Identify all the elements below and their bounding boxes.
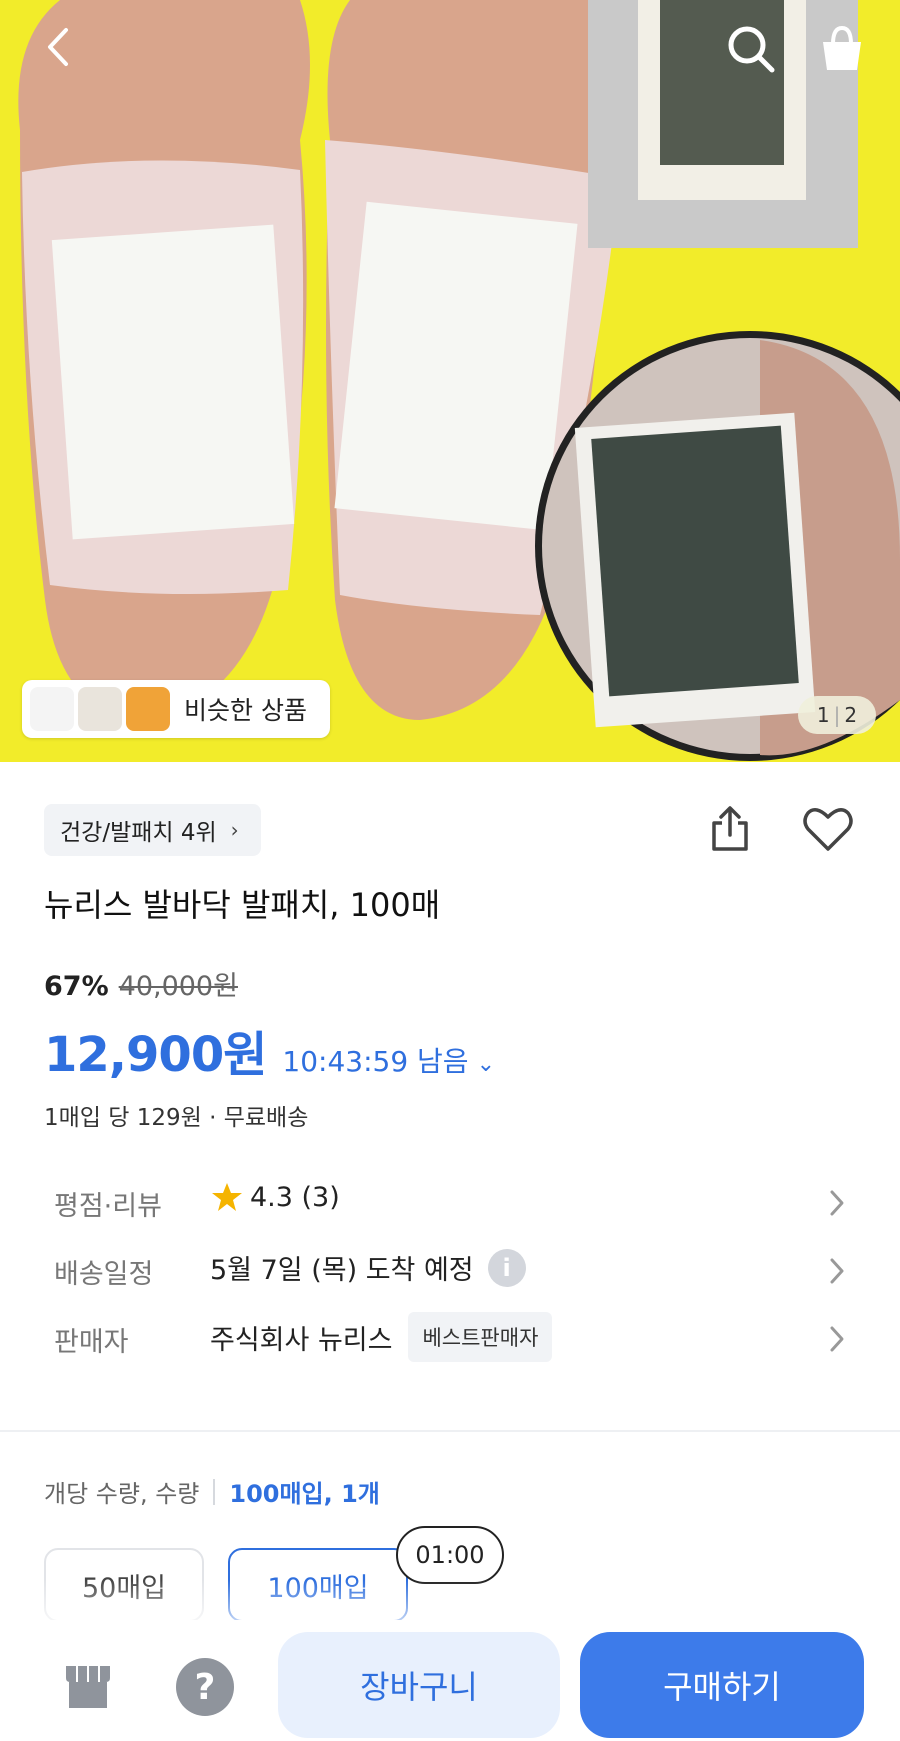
- store-icon: [66, 1666, 110, 1708]
- store-button[interactable]: [62, 1660, 114, 1712]
- rating-value: 4.3 (3): [250, 1181, 340, 1213]
- search-icon: [728, 26, 775, 73]
- option-separator: [213, 1478, 216, 1505]
- category-rank-chip[interactable]: 건강/발패치 4위 ›: [44, 804, 261, 856]
- similar-thumbnail: [30, 687, 74, 731]
- share-button[interactable]: [704, 803, 756, 855]
- star-icon: [212, 1183, 242, 1211]
- similar-products-label: 비슷한 상품: [184, 696, 307, 725]
- rating-label: 평점·리뷰: [54, 1191, 162, 1222]
- delivery-value: 5월 7일 (목) 도착 예정: [210, 1255, 474, 1286]
- info-icon[interactable]: i: [487, 1248, 526, 1287]
- product-photo: [0, 0, 900, 762]
- sale-price: 12,900원: [44, 1027, 267, 1083]
- seller-name: 주식회사 뉴리스: [210, 1324, 393, 1356]
- section-divider: [0, 1430, 900, 1432]
- back-button[interactable]: [38, 24, 84, 70]
- seller-value-row[interactable]: 주식회사 뉴리스 베스트판매자: [210, 1312, 553, 1362]
- chevron-right-icon[interactable]: [826, 1256, 848, 1286]
- image-counter: 1 | 2: [798, 696, 876, 734]
- buy-now-button[interactable]: 구매하기: [580, 1632, 864, 1738]
- category-rank-label: 건강/발패치 4위: [60, 820, 217, 846]
- image-counter-current: 1: [816, 703, 830, 727]
- delivery-label: 배송일정: [54, 1259, 154, 1290]
- unit-price-shipping: 1매입 당 129원 · 무료배송: [44, 1105, 309, 1131]
- cart-shortcut-button[interactable]: [815, 22, 869, 76]
- chevron-right-icon[interactable]: [826, 1324, 848, 1354]
- add-to-cart-button[interactable]: 장바구니: [278, 1632, 560, 1738]
- option-label: 개당 수량, 수량: [44, 1480, 200, 1508]
- similar-thumbnail: [78, 687, 122, 731]
- option-summary: 개당 수량, 수량 100매입, 1개: [44, 1474, 380, 1509]
- image-counter-total: 2: [844, 703, 858, 727]
- shopping-bag-icon: [823, 25, 861, 70]
- discount-row: 67% 40,000원: [44, 964, 238, 1003]
- chevron-down-icon[interactable]: ⌄: [477, 1052, 495, 1077]
- option-selected: 100매입, 1개: [229, 1480, 380, 1508]
- similar-products-button[interactable]: 비슷한 상품: [22, 680, 330, 738]
- product-title: 뉴리스 발바닥 발패치, 100매: [44, 886, 441, 924]
- timer-bubble: 01:00: [396, 1526, 504, 1584]
- best-seller-badge: 베스트판매자: [408, 1312, 553, 1362]
- similar-thumbnail: [126, 687, 170, 731]
- chevron-right-icon: ›: [230, 818, 239, 842]
- image-counter-separator: |: [833, 703, 841, 727]
- chevron-right-icon[interactable]: [826, 1188, 848, 1218]
- discount-percent: 67%: [44, 971, 109, 1002]
- share-icon: [712, 806, 748, 851]
- price-row: 12,900원 10:43:59 남음 ⌄: [44, 1015, 495, 1085]
- product-image[interactable]: 비슷한 상품 1 | 2: [0, 0, 900, 762]
- help-icon[interactable]: ?: [176, 1658, 234, 1716]
- search-button[interactable]: [724, 22, 778, 76]
- back-icon: [48, 28, 68, 66]
- original-price: 40,000원: [118, 971, 238, 1002]
- deal-timer[interactable]: 10:43:59 남음: [282, 1040, 468, 1080]
- seller-label: 판매자: [54, 1327, 129, 1358]
- delivery-value-row[interactable]: 5월 7일 (목) 도착 예정 i: [210, 1248, 526, 1287]
- rating-value-row[interactable]: 4.3 (3): [210, 1180, 340, 1214]
- heart-icon: [803, 808, 853, 851]
- wishlist-button[interactable]: [800, 803, 856, 855]
